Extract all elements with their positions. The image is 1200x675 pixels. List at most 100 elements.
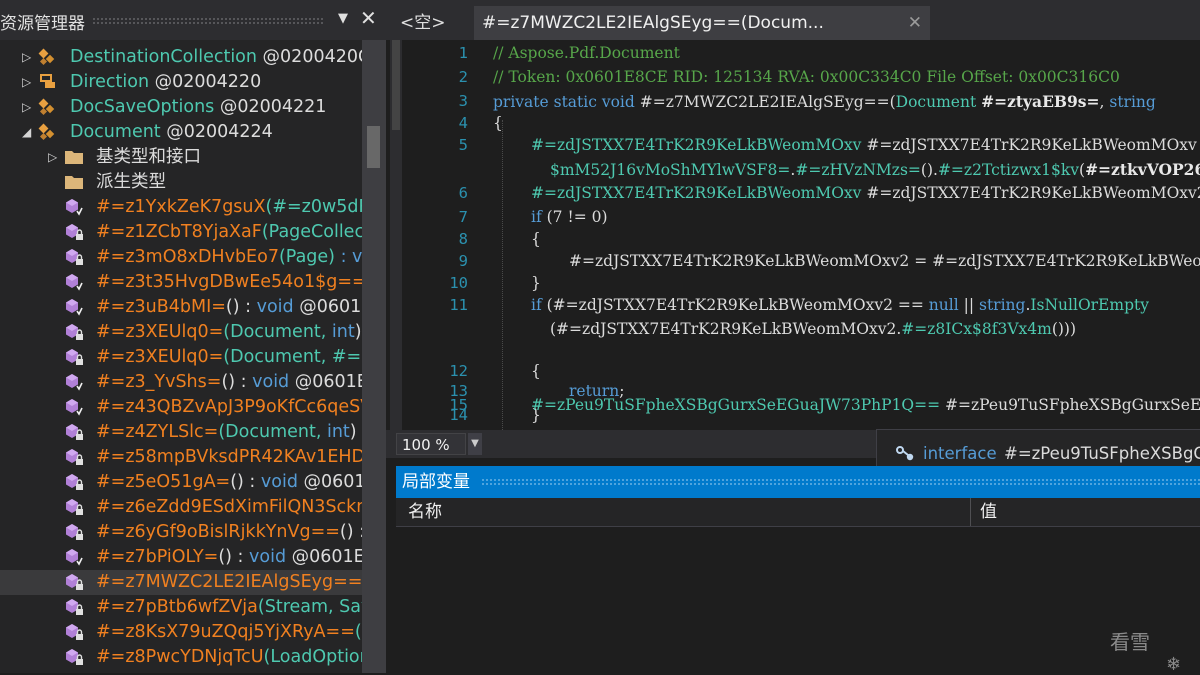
code-line: // Aspose.Pdf.Document	[493, 44, 680, 62]
tree-item-label: #=z43QBZvApJ3P9oKfCc6qeSVc	[96, 397, 362, 417]
tree-item-label: DocSaveOptions @02004221	[70, 97, 327, 117]
tree-item[interactable]: #=z58mpBVksdPR42KAv1EHDA	[0, 445, 362, 470]
expand-arrow-icon[interactable]: ▷	[22, 95, 34, 120]
code-line: #=zdJSTXX7E4TrK2R9KeLkBWeomMOxv #=zdJSTX…	[531, 184, 1200, 202]
method-icon	[64, 372, 84, 392]
tree-item-label: #=z1ZCbT8YjaXaF(PageCollecti	[96, 222, 362, 242]
tree-item-label: #=z4ZYLSlc=(Document, int) : bo	[96, 422, 362, 442]
line-number: 12	[449, 362, 468, 380]
tree-item[interactable]: #=z7bPiOLY=() : void @0601E89	[0, 545, 362, 570]
tree-item[interactable]: #=z6eZdd9ESdXimFilQN3ScknY	[0, 495, 362, 520]
private-method-icon	[64, 322, 84, 342]
tree-item-label: #=z1YxkZeK7gsuX(#=z0w5dR7u	[96, 197, 362, 217]
tree-item-label: #=z7pBtb6wfZVja(Stream, SaveO	[96, 597, 362, 617]
tree-item[interactable]: #=z43QBZvApJ3P9oKfCc6qeSVc	[0, 395, 362, 420]
tree-item[interactable]: #=z3_YvShs=() : void @0601E8B	[0, 370, 362, 395]
code-line: $mM52J16vMoShMYlwVSF8=.#=zHVzNMzs=().#=z…	[550, 160, 1200, 179]
tree-item[interactable]: #=z6yGf9oBislRjkkYnVg==() : vo	[0, 520, 362, 545]
tree-item[interactable]: #=z3t35HvgDBwEe54o1$g==(A	[0, 270, 362, 295]
private-method-icon	[64, 222, 84, 242]
zoom-level-field[interactable]: 100 %	[396, 433, 466, 455]
explorer-scroll-thumb[interactable]	[367, 126, 380, 168]
line-number: 1	[458, 44, 468, 62]
tree-item-label: Direction @02004220	[70, 72, 262, 92]
expand-arrow-icon[interactable]: ▷	[48, 145, 60, 170]
method-icon	[64, 197, 84, 217]
tree-item-label: #=z58mpBVksdPR42KAv1EHDA	[96, 447, 362, 467]
explorer-header: 资源管理器 ▼ ✕	[0, 0, 386, 40]
code-line: private static void #=z7MWZC2LE2IEAlgSEy…	[493, 92, 1156, 111]
tree-item[interactable]: #=z3XEUlq0=(Document, #=zlf8	[0, 345, 362, 370]
folder-icon	[64, 172, 84, 192]
tree-item-label: #=z8KsX79uZQqj5YjXRyA==(Sa	[96, 622, 362, 642]
code-line: #=zPeu9TuSFpheXSBgGurxSeEGuaJW73PhP1Q== …	[531, 396, 1200, 414]
private-method-icon	[64, 347, 84, 367]
close-icon[interactable]: ✕	[360, 8, 377, 28]
tab-label: #=z7MWZC2LE2IEAlgSEyg==(Docum...	[482, 13, 824, 33]
line-number: 5	[458, 136, 468, 154]
tree-item-label: #=z3XEUlq0=(Document, int) : v	[96, 322, 362, 342]
tree-item-label: #=z3_YvShs=() : void @0601E8B	[96, 372, 362, 392]
column-header-value[interactable]: 值	[980, 498, 997, 526]
line-number: 9	[458, 252, 468, 270]
tree-item-selected[interactable]: #=z7MWZC2LE2IEAlgSEyg==(D	[0, 570, 362, 595]
tree-item[interactable]: #=z3uB4bMI=() : void @0601E8	[0, 295, 362, 320]
expand-arrow-icon[interactable]: ▷	[22, 45, 34, 70]
code-line: {	[531, 230, 541, 248]
line-number: 15	[449, 396, 468, 414]
tab-empty[interactable]: <空>	[400, 6, 446, 40]
folder-icon	[64, 147, 84, 167]
tree-item[interactable]: #=z5eO51gA=() : void @0601E8	[0, 470, 362, 495]
tree-item[interactable]: #=z3mO8xDHvbEo7(Page) : void	[0, 245, 362, 270]
tree-item[interactable]: ▷ Direction @02004220	[0, 70, 362, 95]
tree-item[interactable]: #=z1ZCbT8YjaXaF(PageCollecti	[0, 220, 362, 245]
tree-item[interactable]: ▷ DocSaveOptions @02004221	[0, 95, 362, 120]
tree-item-label: Document @02004224	[70, 122, 273, 142]
column-resizer[interactable]	[970, 498, 971, 526]
tab-active-method[interactable]: #=z7MWZC2LE2IEAlgSEyg==(Docum... ✕	[474, 6, 930, 40]
code-line: {	[531, 362, 541, 380]
method-icon	[64, 547, 84, 567]
tree-item[interactable]: #=z3XEUlq0=(Document, int) : v	[0, 320, 362, 345]
tree-item[interactable]: ◢ Document @02004224	[0, 120, 362, 145]
tree-item[interactable]: #=z4ZYLSlc=(Document, int) : bo	[0, 420, 362, 445]
tree-item[interactable]: 派生类型	[0, 170, 362, 195]
document-tab-bar: <空> #=z7MWZC2LE2IEAlgSEyg==(Docum... ✕	[386, 0, 1200, 40]
code-line: if (7 != 0)	[531, 208, 608, 226]
expand-arrow-icon[interactable]: ▷	[22, 70, 34, 95]
method-icon	[64, 297, 84, 317]
method-icon	[64, 272, 84, 292]
tree-item[interactable]: ▷ 基类型和接口	[0, 145, 362, 170]
private-method-icon	[64, 647, 84, 667]
zoom-dropdown-icon[interactable]: ▼	[468, 433, 482, 455]
tree-item-label: #=z7MWZC2LE2IEAlgSEyg==(D	[96, 572, 362, 592]
code-line: }	[531, 274, 541, 292]
line-number: 11	[449, 296, 468, 314]
locals-title: 局部变量	[402, 472, 470, 492]
editor-scrollbar[interactable]	[390, 40, 402, 430]
tree-item[interactable]: #=z8PwcYDNjqTcU(LoadOption	[0, 645, 362, 670]
editor-scroll-thumb[interactable]	[392, 40, 400, 130]
tree-item-label: #=z7bPiOLY=() : void @0601E89	[96, 547, 362, 567]
code-line: {	[493, 114, 503, 132]
window-menu-icon[interactable]: ▼	[338, 11, 348, 26]
locals-column-headers: 名称 值	[396, 498, 1200, 527]
column-header-name[interactable]: 名称	[408, 498, 442, 526]
line-number: 10	[449, 274, 468, 292]
tree-item-label: #=z3XEUlq0=(Document, #=zlf8	[96, 347, 362, 367]
tree-item[interactable]: #=z1YxkZeK7gsuX(#=z0w5dR7u	[0, 195, 362, 220]
explorer-scrollbar[interactable]	[362, 40, 386, 673]
line-number: 6	[458, 184, 468, 202]
locals-drag-handle[interactable]	[481, 478, 1200, 486]
collapse-arrow-icon[interactable]: ◢	[22, 120, 34, 145]
tree-item[interactable]: #=z7pBtb6wfZVja(Stream, SaveO	[0, 595, 362, 620]
class-icon	[38, 122, 58, 142]
tree-item-label: #=z8PwcYDNjqTcU(LoadOption	[96, 647, 362, 667]
tree-item[interactable]: #=z8KsX79uZQqj5YjXRyA==(Sa	[0, 620, 362, 645]
tab-close-icon[interactable]: ✕	[908, 6, 922, 40]
code-editor[interactable]: 1 // Aspose.Pdf.Document 2 // Token: 0x0601…	[386, 40, 1200, 430]
tree-item-label: #=z3t35HvgDBwEe54o1$g==(A	[96, 272, 362, 292]
explorer-drag-handle[interactable]	[92, 17, 324, 24]
tree-item[interactable]: ▷ DestinationCollection @0200420C	[0, 45, 362, 70]
code-line: #=zdJSTXX7E4TrK2R9KeLkBWeomMOxv #=zdJSTX…	[531, 136, 1200, 154]
